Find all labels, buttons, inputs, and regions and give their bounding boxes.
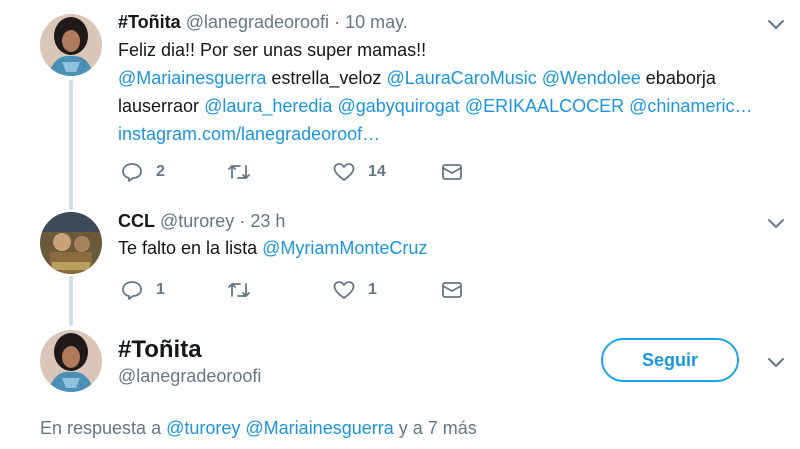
- tweet2-header: CCL @turorey · 23 h: [118, 211, 285, 232]
- tweet1-author-handle[interactable]: @lanegradeoroofi: [186, 12, 329, 32]
- tweet1-timestamp[interactable]: 10 may.: [345, 12, 408, 32]
- envelope-icon: [442, 282, 462, 298]
- thread-line-2: [69, 276, 73, 326]
- follow-button[interactable]: Seguir: [601, 338, 739, 382]
- mention-link[interactable]: @gabyquirogat: [337, 96, 459, 116]
- avatar-tonita[interactable]: [40, 14, 102, 76]
- mention-link[interactable]: @ERIKAALCOCER: [465, 96, 624, 116]
- tweet2-separator: ·: [239, 211, 246, 231]
- chevron-down-icon[interactable]: [764, 211, 788, 235]
- heart-icon: [333, 281, 355, 299]
- tweet1-line2: @Mariainesguerra estrella_veloz @LauraCa…: [118, 64, 752, 92]
- retweet-button[interactable]: [226, 278, 252, 302]
- mention-link[interactable]: @laura_heredia: [204, 96, 332, 116]
- retweet-icon: [228, 165, 250, 179]
- instagram-link[interactable]: instagram.com/lanegradeoroof…: [118, 124, 380, 144]
- reply-count: 1: [156, 281, 165, 298]
- reply-context: En respuesta a @turorey @Mariainesguerra…: [40, 418, 477, 439]
- tweet1-text: ebaborja: [645, 68, 716, 88]
- avatar-ccl[interactable]: [40, 212, 102, 274]
- like-button[interactable]: 1: [332, 278, 377, 302]
- tweet1-text: lauserraor: [118, 96, 200, 116]
- tweet1-actions: 2 14: [120, 160, 480, 184]
- tweet1-line1: Feliz dia!! Por ser unas super mamas!!: [118, 40, 427, 60]
- mention-link[interactable]: @Wendolee: [542, 68, 641, 88]
- tweet1-body: Feliz dia!! Por ser unas super mamas!! @…: [118, 36, 752, 148]
- envelope-icon: [442, 164, 462, 180]
- reply-context-suffix: y a 7 más: [398, 418, 477, 438]
- chevron-down-icon[interactable]: [764, 12, 788, 36]
- reply-count: 2: [156, 163, 165, 180]
- thread-line-1: [69, 80, 73, 210]
- dm-button[interactable]: [440, 160, 464, 184]
- like-button[interactable]: 14: [332, 160, 386, 184]
- tweet1-separator: ·: [334, 12, 341, 32]
- mention-link[interactable]: @turorey: [166, 418, 240, 438]
- like-count: 14: [368, 163, 386, 180]
- tweet1-header: #Toñita @lanegradeoroofi · 10 may.: [118, 12, 408, 33]
- avatar-tonita-main[interactable]: [40, 330, 102, 392]
- mention-link[interactable]: @Mariainesguerra: [245, 418, 393, 438]
- tweet2-body: Te falto en la lista @MyriamMonteCruz: [118, 234, 427, 262]
- tweet1-author-name[interactable]: #Toñita: [118, 12, 181, 32]
- reply-button[interactable]: 2: [120, 160, 165, 184]
- mention-link[interactable]: @LauraCaroMusic: [386, 68, 536, 88]
- retweet-icon: [228, 283, 250, 297]
- tweet2-author-name[interactable]: CCL: [118, 211, 155, 231]
- dm-button[interactable]: [440, 278, 464, 302]
- mention-link[interactable]: @chinameric…: [629, 96, 752, 116]
- tweet2-timestamp[interactable]: 23 h: [250, 211, 285, 231]
- reply-button[interactable]: 1: [120, 278, 165, 302]
- tweet1-text: estrella_veloz: [271, 68, 382, 88]
- reply-icon: [122, 163, 142, 182]
- like-count: 1: [368, 281, 377, 298]
- chevron-down-icon[interactable]: [764, 350, 788, 374]
- retweet-button[interactable]: [226, 160, 252, 184]
- main-author-name[interactable]: #Toñita: [118, 336, 202, 364]
- main-author-handle[interactable]: @lanegradeoroofi: [118, 366, 261, 387]
- tweet2-text: Te falto en la lista: [118, 238, 258, 258]
- reply-icon: [122, 281, 142, 300]
- mention-link[interactable]: @Mariainesguerra: [118, 68, 266, 88]
- tweet2-author-handle[interactable]: @turorey: [160, 211, 234, 231]
- tweet1-line3: lauserraor @laura_heredia @gabyquirogat …: [118, 92, 752, 120]
- reply-context-prefix: En respuesta a: [40, 418, 162, 438]
- tweet2-actions: 1 1: [120, 278, 480, 302]
- heart-icon: [333, 163, 355, 181]
- mention-link[interactable]: @MyriamMonteCruz: [262, 238, 427, 258]
